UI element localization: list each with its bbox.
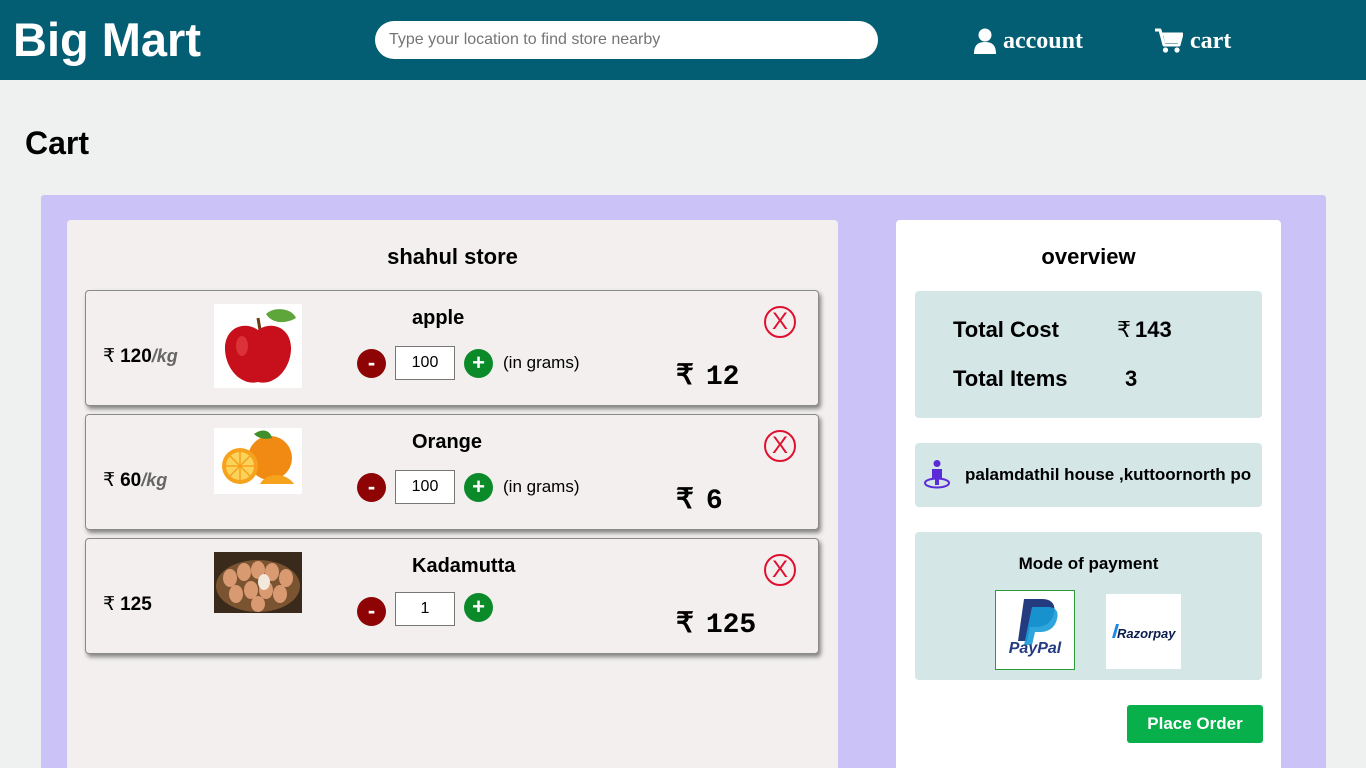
paypal-option[interactable]: PayPal — [995, 590, 1075, 670]
item-name: Orange — [412, 431, 483, 453]
overview-title: overview — [1041, 244, 1136, 269]
razorpay-wordmark: Razorpay — [1117, 626, 1176, 641]
payment-mode-title: Mode of payment — [1018, 554, 1159, 573]
item-rate: ₹ 120 /kg — [103, 345, 178, 368]
currency-symbol: ₹ — [103, 346, 116, 367]
quantity-input[interactable] — [395, 592, 455, 626]
decrease-quantity-button[interactable]: - — [357, 596, 386, 626]
remove-item-button[interactable]: X — [764, 306, 796, 338]
remove-item-button[interactable]: X — [764, 554, 796, 586]
item-price-value: 12 — [705, 362, 740, 393]
store-name: shahul store — [387, 244, 518, 269]
quantity-input[interactable] — [395, 470, 455, 504]
item-rate-value: 125 — [120, 594, 152, 615]
remove-item-button[interactable]: X — [764, 430, 796, 462]
item-name: apple — [412, 307, 465, 329]
currency-symbol: ₹ — [103, 594, 116, 615]
orange-image — [214, 428, 302, 494]
increase-quantity-button[interactable]: + — [464, 592, 493, 622]
user-icon — [974, 28, 996, 54]
item-name: Kadamutta — [412, 555, 516, 577]
total-items-label: Total Items — [953, 366, 1068, 391]
paypal-logo: PayPal — [1009, 599, 1062, 657]
item-price: ₹12 — [676, 358, 739, 393]
brand-logo[interactable]: Big Mart — [13, 12, 201, 68]
location-search-input[interactable] — [375, 21, 878, 59]
quantity-input[interactable] — [395, 346, 455, 380]
cart-link[interactable]: cart — [1155, 24, 1231, 58]
total-cost-value: ₹143 — [1117, 317, 1172, 343]
item-price: ₹6 — [676, 482, 723, 517]
paypal-wordmark: PayPal — [1009, 640, 1062, 657]
quantity-stepper: - + (in grams) — [357, 346, 580, 380]
place-order-button[interactable]: Place Order — [1127, 705, 1263, 743]
currency-symbol: ₹ — [676, 610, 694, 641]
totals-box: Total Cost ₹143 Total Items 3 — [915, 291, 1262, 418]
currency-symbol: ₹ — [1117, 317, 1131, 342]
quantity-stepper: - + (in grams) — [357, 470, 580, 504]
page-title: Cart — [25, 125, 90, 161]
currency-symbol: ₹ — [103, 470, 116, 491]
cart-item: ₹ 125 Kadamutta - + — [85, 538, 819, 654]
total-items-value: 3 — [1125, 366, 1138, 391]
cart-item: ₹ 60 /kg Orange - + (in grams) ₹6 X — [85, 414, 819, 530]
location-person-icon — [924, 460, 950, 489]
total-cost-amount: 143 — [1135, 317, 1172, 342]
quantity-unit-note: (in grams) — [503, 477, 580, 496]
cart-label: cart — [1190, 27, 1232, 54]
decrease-quantity-button[interactable]: - — [357, 472, 386, 502]
quantity-stepper: - + — [357, 592, 493, 626]
item-price: ₹125 — [676, 606, 756, 641]
currency-symbol: ₹ — [676, 362, 694, 393]
cart-item: ₹ 120 /kg apple - + (in grams) ₹12 X — [85, 290, 819, 406]
delivery-address-box[interactable]: palamdathil house ,kuttoornorth po — [915, 443, 1262, 507]
item-rate-value: 120 — [120, 346, 152, 367]
item-rate-value: 60 — [120, 470, 142, 491]
item-rate: ₹ 60 /kg — [103, 469, 167, 492]
item-price-value: 6 — [705, 486, 723, 517]
item-rate-unit: /kg — [151, 346, 178, 366]
payment-mode-box: Mode of payment PayPal Razorpay — [915, 532, 1262, 680]
store-cart: shahul store ₹ 120 /kg apple - + (in gra… — [67, 220, 838, 768]
razorpay-logo: Razorpay — [1112, 624, 1176, 641]
decrease-quantity-button[interactable]: - — [357, 348, 386, 378]
eggs-image — [214, 552, 302, 613]
quantity-unit-note: (in grams) — [503, 353, 580, 372]
order-overview: overview Total Cost ₹143 Total Items 3 p… — [896, 220, 1281, 768]
item-rate-unit: /kg — [141, 470, 168, 490]
apple-image — [214, 304, 302, 388]
increase-quantity-button[interactable]: + — [464, 472, 493, 502]
delivery-address: palamdathil house ,kuttoornorth po — [965, 465, 1252, 484]
top-navbar: Big Mart account cart — [0, 0, 1366, 80]
account-label: account — [1003, 27, 1083, 54]
cart-icon — [1155, 28, 1183, 53]
increase-quantity-button[interactable]: + — [464, 348, 493, 378]
razorpay-option[interactable]: Razorpay — [1106, 594, 1181, 669]
total-cost-label: Total Cost — [953, 317, 1059, 342]
currency-symbol: ₹ — [676, 486, 694, 517]
account-link[interactable]: account — [974, 24, 1083, 58]
item-rate: ₹ 125 — [103, 593, 152, 616]
item-price-value: 125 — [705, 610, 757, 641]
